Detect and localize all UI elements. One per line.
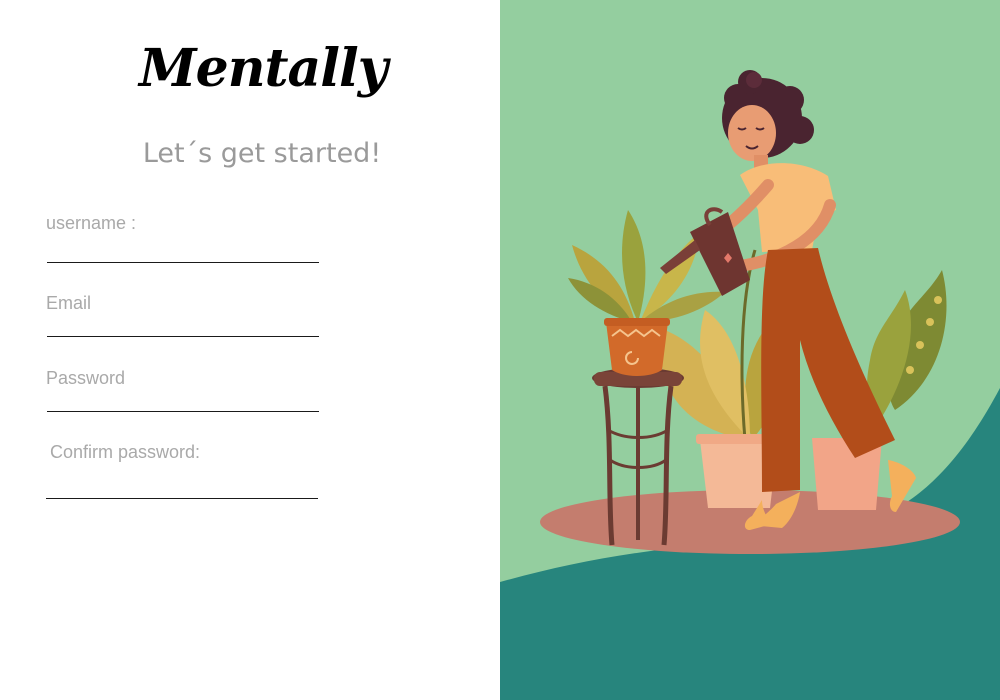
password-input[interactable] xyxy=(48,385,318,409)
username-underline xyxy=(47,262,319,263)
confirm-password-label: Confirm password: xyxy=(50,442,201,462)
signup-panel: Mentally Let´s get started! username : E… xyxy=(0,0,500,700)
illustration-panel xyxy=(500,0,1000,700)
username-label: username : xyxy=(46,213,137,233)
left-pot-icon xyxy=(604,318,670,376)
page-title: Let´s get started! xyxy=(142,138,382,169)
signup-page: Mentally Let´s get started! username : E… xyxy=(0,0,1000,700)
password-underline xyxy=(47,411,319,412)
email-input[interactable] xyxy=(48,310,318,334)
woman-watering-plants-icon xyxy=(500,0,1000,700)
username-input[interactable] xyxy=(48,236,318,260)
confirm-password-input[interactable] xyxy=(48,472,318,496)
brand-logo: Mentally xyxy=(139,38,388,99)
confirm-password-underline xyxy=(46,498,318,499)
email-underline xyxy=(47,336,319,337)
